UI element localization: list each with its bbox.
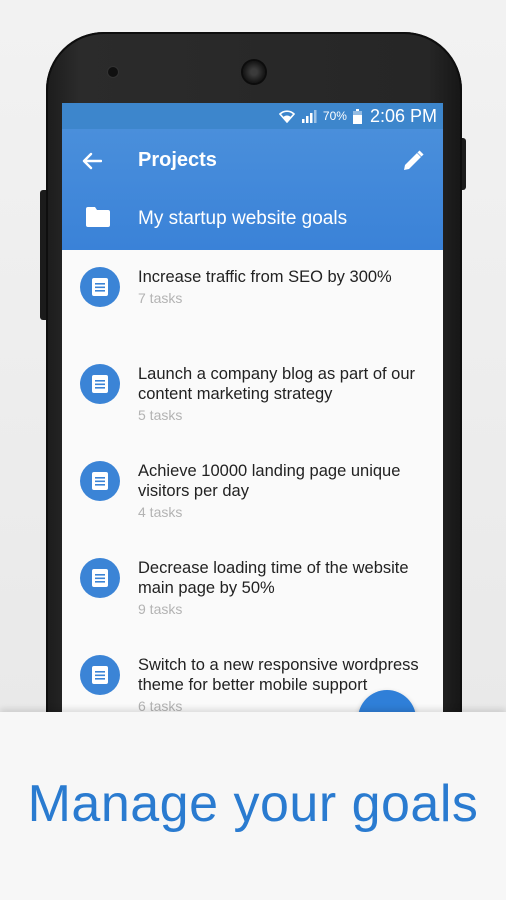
goal-title: Achieve 10000 landing page unique visito… [138,462,401,500]
goal-title: Decrease loading time of the website mai… [138,559,409,597]
list-item[interactable]: Launch a company blog as part of our con… [62,347,443,444]
goal-title: Increase traffic from SEO by 300% [138,268,392,286]
caption-panel: Manage your goals [0,712,506,900]
goal-task-count: 5 tasks [138,407,183,423]
wifi-icon [278,109,295,123]
list-item[interactable]: Decrease loading time of the website mai… [62,541,443,638]
front-camera [108,67,118,77]
earpiece-speaker [243,61,265,83]
app-bar: Projects My startup website goals [62,129,443,250]
project-name: My startup website goals [138,208,348,229]
folder-icon [86,207,112,229]
phone-screen: 70% 2:06 PM Projects My startup website … [62,103,443,712]
document-icon [80,364,120,404]
document-icon [80,655,120,695]
battery-icon [352,108,362,124]
status-bar: 70% 2:06 PM [62,103,443,129]
signal-icon [301,109,317,123]
goal-title: Switch to a new responsive wordpress the… [138,656,419,694]
edit-pencil-icon[interactable] [399,147,427,175]
goals-list: Increase traffic from SEO by 300% 7 task… [62,250,443,712]
goal-task-count: 4 tasks [138,504,183,520]
goal-task-count: 9 tasks [138,601,183,617]
marketing-caption: Manage your goals [27,775,479,833]
back-arrow-icon[interactable] [78,147,106,175]
battery-percent: 70% [322,109,347,123]
goal-title: Launch a company blog as part of our con… [138,365,416,403]
clock: 2:06 PM [369,105,437,126]
list-item[interactable]: Achieve 10000 landing page unique visito… [62,444,443,541]
page-title: Projects [138,149,217,171]
list-item[interactable]: Increase traffic from SEO by 300% 7 task… [62,250,443,347]
document-icon [80,558,120,598]
goal-task-count: 7 tasks [138,290,183,306]
document-icon [80,461,120,501]
document-icon [80,267,120,307]
